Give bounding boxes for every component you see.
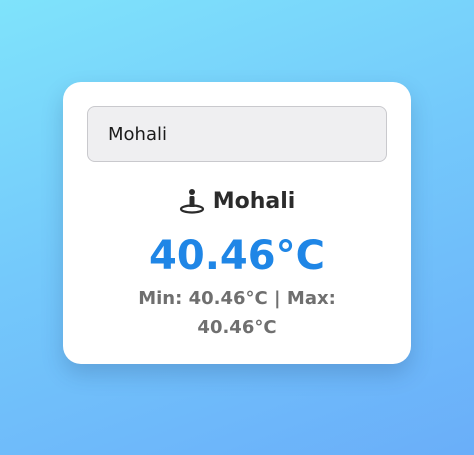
person-location-icon	[179, 188, 205, 214]
max-label: Max:	[286, 288, 336, 309]
min-max-temperature: Min: 40.46°C | Max: 40.46°C	[103, 284, 371, 342]
city-search-input[interactable]	[87, 106, 387, 162]
city-header: Mohali	[63, 186, 411, 216]
min-max-separator: |	[274, 288, 281, 309]
city-name: Mohali	[212, 188, 296, 214]
max-value: 40.46°C	[197, 317, 277, 338]
min-value: 40.46°C	[188, 288, 268, 309]
weather-card: Mohali 40.46°C Min: 40.46°C | Max: 40.46…	[63, 82, 411, 364]
min-label: Min:	[138, 288, 183, 309]
current-temperature: 40.46°C	[149, 233, 325, 279]
